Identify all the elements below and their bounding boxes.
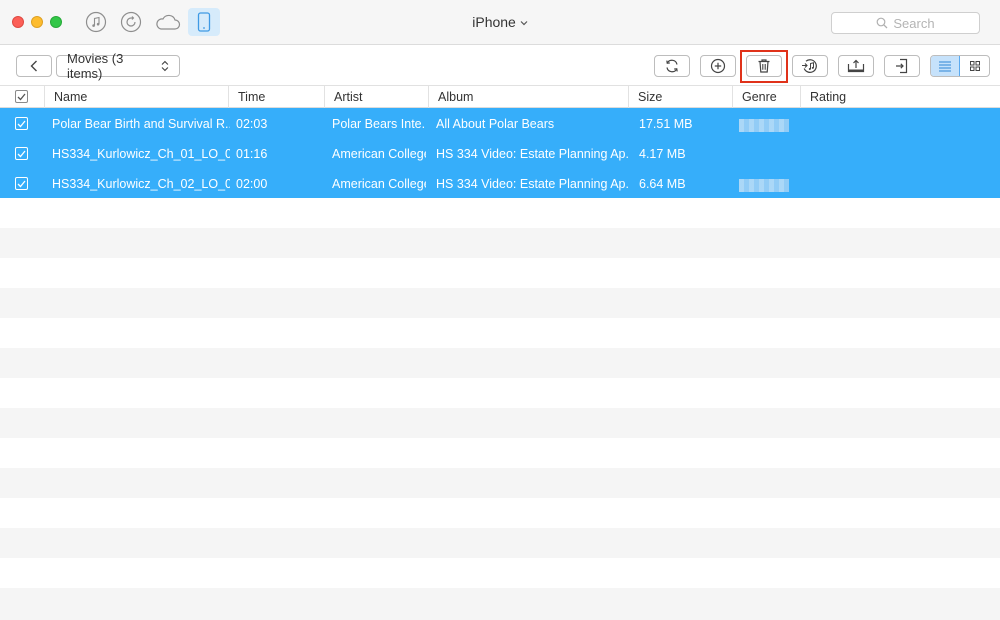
empty-row <box>0 558 1000 588</box>
cell-time: 02:03 <box>236 117 268 131</box>
empty-row <box>0 408 1000 438</box>
empty-row <box>0 288 1000 318</box>
table-row[interactable]: HS334_Kurlowicz_Ch_02_LO_01 02:00 Americ… <box>0 168 1000 198</box>
empty-row <box>0 348 1000 378</box>
empty-row <box>0 198 1000 228</box>
cell-genre-redacted <box>739 179 789 192</box>
empty-row <box>0 318 1000 348</box>
empty-row <box>0 378 1000 408</box>
device-name: iPhone <box>472 14 516 30</box>
category-select-label: Movies (3 items) <box>67 51 124 81</box>
column-header-time[interactable]: Time <box>229 86 325 108</box>
back-button[interactable] <box>16 55 52 77</box>
list-view-button[interactable] <box>931 56 961 76</box>
row-checkbox[interactable] <box>15 147 28 160</box>
add-icon <box>710 58 726 74</box>
phone-icon[interactable] <box>188 8 220 36</box>
itunes-icon <box>802 59 817 73</box>
refresh-icon <box>666 59 678 73</box>
column-header-album[interactable]: Album <box>429 86 629 108</box>
table-header: Name Time Artist Album Size Genre Rating <box>0 86 1000 108</box>
column-header-size[interactable]: Size <box>629 86 733 108</box>
cell-size: 4.17 MB <box>639 147 686 161</box>
checkmark-icon <box>17 93 26 100</box>
grid-view-icon <box>969 61 980 71</box>
to-itunes-button[interactable] <box>792 55 828 77</box>
chevron-left-icon <box>30 60 37 72</box>
empty-row <box>0 498 1000 528</box>
cell-name: HS334_Kurlowicz_Ch_02_LO_01 <box>52 177 230 191</box>
empty-row <box>0 528 1000 558</box>
toolbar: Movies (3 items) <box>0 46 1000 86</box>
empty-row <box>0 588 1000 620</box>
empty-row <box>0 228 1000 258</box>
cell-genre-redacted <box>739 119 789 132</box>
cell-album: HS 334 Video: Estate Planning Ap... <box>436 177 628 191</box>
row-checkbox[interactable] <box>15 117 28 130</box>
cell-name: HS334_Kurlowicz_Ch_01_LO_02 <box>52 147 230 161</box>
updown-chevron-icon <box>161 60 169 72</box>
table-row[interactable]: HS334_Kurlowicz_Ch_01_LO_02 01:16 Americ… <box>0 138 1000 168</box>
maximize-window-button[interactable] <box>50 16 62 28</box>
cell-album: HS 334 Video: Estate Planning Ap... <box>436 147 628 161</box>
table-row[interactable]: Polar Bear Birth and Survival R... 02:03… <box>0 108 1000 138</box>
checkmark-icon <box>17 120 26 127</box>
search-placeholder: Search <box>893 15 935 31</box>
cell-artist: American College <box>332 147 426 161</box>
cell-artist: American College <box>332 177 426 191</box>
grid-view-button[interactable] <box>960 56 989 76</box>
cell-name: Polar Bear Birth and Survival R... <box>52 117 230 131</box>
search-input[interactable]: Search <box>831 12 980 34</box>
restore-icon[interactable] <box>119 10 143 34</box>
empty-row <box>0 438 1000 468</box>
cell-size: 17.51 MB <box>639 117 693 131</box>
row-checkbox[interactable] <box>15 177 28 190</box>
export-icon <box>847 59 865 73</box>
export-to-computer-button[interactable] <box>838 55 874 77</box>
chevron-down-icon <box>520 21 528 26</box>
list-view-icon <box>939 61 951 72</box>
empty-row <box>0 258 1000 288</box>
minimize-window-button[interactable] <box>31 16 43 28</box>
cell-artist: Polar Bears Inte... <box>332 117 426 131</box>
search-icon <box>876 17 888 29</box>
category-select[interactable]: Movies (3 items) <box>56 51 180 81</box>
select-all-column <box>0 86 45 108</box>
column-header-rating[interactable]: Rating <box>801 86 1000 108</box>
cloud-icon[interactable] <box>154 10 182 34</box>
checkmark-icon <box>17 180 26 187</box>
column-header-artist[interactable]: Artist <box>325 86 429 108</box>
select-all-checkbox[interactable] <box>15 90 28 103</box>
checkmark-icon <box>17 150 26 157</box>
column-header-genre[interactable]: Genre <box>733 86 801 108</box>
music-icon[interactable] <box>84 10 108 34</box>
empty-row <box>0 468 1000 498</box>
import-icon <box>896 58 908 74</box>
cell-time: 01:16 <box>236 147 268 161</box>
cell-album: All About Polar Bears <box>436 117 555 131</box>
delete-button-highlight <box>740 50 788 83</box>
table-body: Polar Bear Birth and Survival R... 02:03… <box>0 108 1000 620</box>
device-selector[interactable]: iPhone <box>472 14 528 30</box>
column-header-name[interactable]: Name <box>45 86 229 108</box>
import-button[interactable] <box>884 55 920 77</box>
add-button[interactable] <box>700 55 736 77</box>
cell-time: 02:00 <box>236 177 268 191</box>
view-toggle <box>930 55 990 77</box>
cell-size: 6.64 MB <box>639 177 686 191</box>
close-window-button[interactable] <box>12 16 24 28</box>
title-bar: iPhone Search <box>0 0 1000 45</box>
refresh-button[interactable] <box>654 55 690 77</box>
